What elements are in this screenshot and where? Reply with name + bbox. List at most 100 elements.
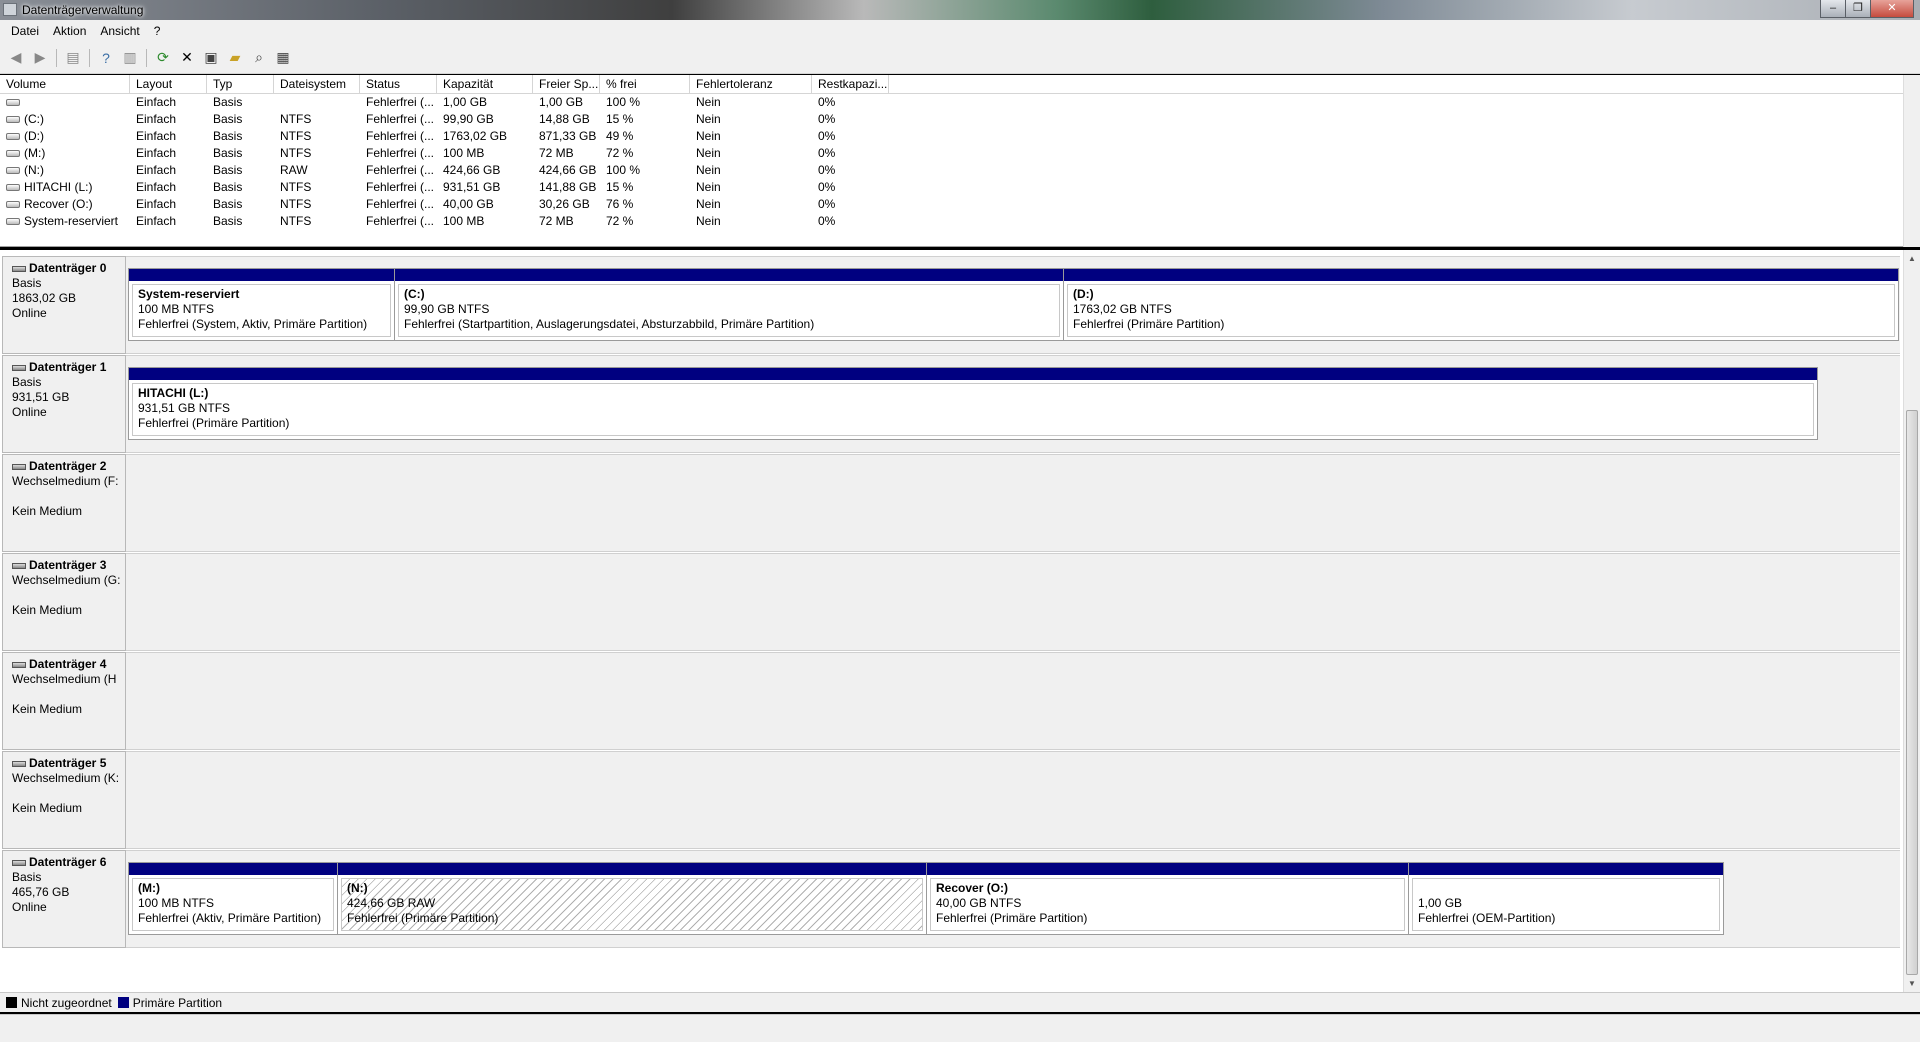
menu-ansicht[interactable]: Ansicht (93, 24, 146, 38)
column-header[interactable]: Layout (130, 75, 207, 93)
table-row[interactable]: Recover (O:) Einfach Basis NTFS Fehlerfrei (… (0, 196, 1920, 213)
table-cell: NTFS (280, 112, 312, 126)
table-row[interactable]: (M:) Einfach Basis NTFS Fehlerfrei (... 100 M… (0, 145, 1920, 162)
volume-icon (6, 218, 20, 226)
disk-info[interactable]: Datenträger 5 Wechselmedium (K: Kein Med… (2, 751, 126, 849)
minimize-button[interactable]: – (1820, 0, 1846, 18)
column-header[interactable]: Fehlertoleranz (690, 75, 812, 93)
disk-state: Online (12, 405, 47, 419)
partition-bar (338, 863, 926, 875)
menu-help[interactable]: ? (147, 24, 168, 38)
disk-info[interactable]: Datenträger 0 Basis 1863,02 GB Online (2, 256, 126, 354)
partition-block[interactable]: (C:) 99,90 GB NTFS Fehlerfrei (Startpart… (394, 268, 1064, 341)
table-cell: 72 % (606, 146, 634, 160)
partition-size: 100 MB NTFS (138, 302, 215, 316)
table-cell: Nein (696, 163, 721, 177)
table-cell: Einfach (136, 214, 177, 228)
disk-row: Datenträger 5 Wechselmedium (K: Kein Med… (2, 751, 1900, 849)
table-cell: 40,00 GB (443, 197, 494, 211)
partition-block[interactable]: Recover (O:) 40,00 GB NTFS Fehlerfrei (P… (926, 862, 1409, 935)
column-header[interactable]: Dateisystem (274, 75, 360, 93)
legend-label: Nicht zugeordnet (21, 995, 112, 1010)
open-icon[interactable]: ▰ (225, 48, 245, 68)
table-cell: Fehlerfrei (... (366, 214, 435, 228)
help-icon[interactable]: ? (96, 48, 116, 68)
partition-block[interactable]: (D:) 1763,02 GB NTFS Fehlerfrei (Primäre… (1063, 268, 1899, 341)
disk-info[interactable]: Datenträger 1 Basis 931,51 GB Online (2, 355, 126, 453)
disk-info[interactable]: Datenträger 2 Wechselmedium (F: Kein Med… (2, 454, 126, 552)
console-tree-icon[interactable]: ▤ (63, 48, 83, 68)
partition-block[interactable]: HITACHI (L:) 931,51 GB NTFS Fehlerfrei (… (128, 367, 1818, 440)
scrollbar-thumb[interactable] (1906, 410, 1918, 975)
partition-size: 99,90 GB NTFS (404, 302, 490, 316)
column-header[interactable]: Typ (207, 75, 274, 93)
scroll-up-icon[interactable]: ▲ (1904, 250, 1920, 267)
explore-icon[interactable]: ⌕ (249, 48, 269, 68)
menu-datei[interactable]: Datei (4, 24, 46, 38)
table-row[interactable]: (C:) Einfach Basis NTFS Fehlerfrei (... 99,90… (0, 111, 1920, 128)
partition-title: (D:) (1073, 287, 1094, 301)
table-cell: 141,88 GB (539, 180, 597, 194)
partition-status: Fehlerfrei (System, Aktiv, Primäre Parti… (138, 317, 368, 331)
column-header[interactable]: Kapazität (437, 75, 533, 93)
disk-partition-area: (M:) 100 MB NTFS Fehlerfrei (Aktiv, Prim… (126, 850, 1900, 948)
partition-bar (927, 863, 1408, 875)
properties-icon[interactable]: ▣ (201, 48, 221, 68)
table-row[interactable]: (N:) Einfach Basis RAW Fehlerfrei (... 424,66… (0, 162, 1920, 179)
menu-aktion[interactable]: Aktion (46, 24, 93, 38)
partition-title: HITACHI (L:) (138, 386, 209, 400)
disk-partition-area (126, 454, 1900, 552)
partition-status: Fehlerfrei (Primäre Partition) (936, 911, 1088, 925)
volume-list-scrollbar[interactable] (1903, 75, 1920, 247)
close-button[interactable]: ✕ (1870, 0, 1914, 18)
table-cell: 0% (818, 95, 836, 109)
disk-map-scrollbar[interactable]: ▲ ▼ (1903, 250, 1920, 992)
volume-icon (6, 201, 20, 209)
column-header[interactable]: % frei (600, 75, 690, 93)
partition-block[interactable]: (N:) 424,66 GB RAW Fehlerfrei (Primäre P… (337, 862, 927, 935)
disk-row: Datenträger 1 Basis 931,51 GB Online HIT… (2, 355, 1900, 453)
legend: Nicht zugeordnet Primäre Partition (0, 992, 1920, 1012)
legend-label: Primäre Partition (132, 995, 223, 1010)
partition-status: Fehlerfrei (Primäre Partition) (347, 911, 499, 925)
disk-icon (12, 859, 26, 866)
disk-info[interactable]: Datenträger 3 Wechselmedium (G: Kein Med… (2, 553, 126, 651)
action-pane-icon[interactable]: ▥ (120, 48, 140, 68)
column-header[interactable]: Restkapazi... (812, 75, 889, 93)
disk-row: Datenträger 3 Wechselmedium (G: Kein Med… (2, 553, 1900, 651)
partition-block[interactable]: 1,00 GB Fehlerfrei (OEM-Partition) (1408, 862, 1724, 935)
rescan-icon[interactable]: ▦ (273, 48, 293, 68)
table-row[interactable]: System-reserviert Einfach Basis NTFS Fehlerf… (0, 213, 1920, 230)
scroll-down-icon[interactable]: ▼ (1904, 975, 1920, 992)
maximize-button[interactable]: ❐ (1845, 0, 1871, 18)
table-row[interactable]: Einfach Basis Fehlerfrei (... 1,00 GB 1,00 G… (0, 94, 1920, 111)
partition-block[interactable]: (M:) 100 MB NTFS Fehlerfrei (Aktiv, Prim… (128, 862, 338, 935)
table-cell: Einfach (136, 163, 177, 177)
table-row[interactable]: (D:) Einfach Basis NTFS Fehlerfrei (... 1763,… (0, 128, 1920, 145)
partition-status: Fehlerfrei (Primäre Partition) (138, 416, 290, 430)
column-header[interactable]: Volume (0, 75, 130, 93)
table-cell: 72 % (606, 214, 634, 228)
forward-icon[interactable]: ▶ (30, 48, 50, 68)
partition-block[interactable]: System-reserviert 100 MB NTFS Fehlerfrei… (128, 268, 395, 341)
column-header[interactable]: Freier Sp... (533, 75, 600, 93)
table-cell: 100 % (606, 95, 641, 109)
table-cell: 1,00 GB (443, 95, 488, 109)
table-row[interactable]: HITACHI (L:) Einfach Basis NTFS Fehlerfrei (… (0, 179, 1920, 196)
status-bar (0, 1014, 1920, 1042)
table-cell: 15 % (606, 112, 634, 126)
disk-state: Online (12, 900, 47, 914)
disk-state: Kein Medium (12, 801, 83, 815)
disk-name: Datenträger 2 (29, 459, 107, 473)
refresh-icon[interactable]: ⟳ (153, 48, 173, 68)
volume-list[interactable]: Volume Layout Typ Dateisystem Status Kap… (0, 75, 1920, 247)
disk-icon (12, 364, 26, 371)
volume-list-header: Volume Layout Typ Dateisystem Status Kap… (0, 75, 1920, 94)
column-header[interactable]: Status (360, 75, 437, 93)
delete-icon[interactable]: ✕ (177, 48, 197, 68)
disk-info[interactable]: Datenträger 6 Basis 465,76 GB Online (2, 850, 126, 948)
disk-info[interactable]: Datenträger 4 Wechselmedium (H Kein Medi… (2, 652, 126, 750)
back-icon[interactable]: ◀ (6, 48, 26, 68)
table-cell: NTFS (280, 214, 312, 228)
table-cell: NTFS (280, 180, 312, 194)
